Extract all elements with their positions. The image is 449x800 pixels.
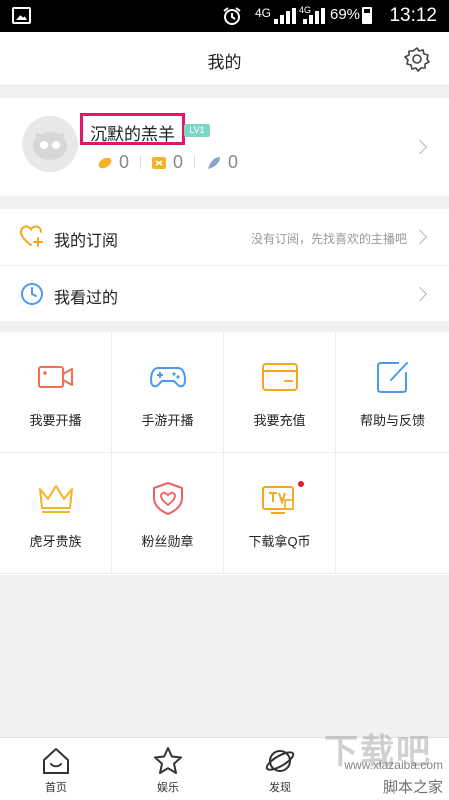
crown-icon bbox=[39, 485, 73, 513]
chevron-right-icon bbox=[412, 139, 428, 155]
battery-icon bbox=[362, 7, 372, 24]
list-item-subscriptions[interactable]: 我的订阅 没有订阅，先找喜欢的主播吧 bbox=[0, 209, 449, 265]
settings-gear-icon[interactable] bbox=[404, 46, 430, 72]
clock-icon bbox=[21, 283, 43, 305]
tab-home[interactable]: 首页 bbox=[0, 738, 112, 800]
username: 沉默的羔羊 bbox=[80, 113, 185, 145]
alarm-icon bbox=[223, 7, 241, 25]
grid-label: 下载拿Q币 bbox=[248, 534, 311, 549]
grid-item-nobility[interactable]: 虎牙贵族 bbox=[0, 453, 112, 574]
tab-label: 发现 bbox=[269, 782, 291, 794]
grid-item-start-broadcast[interactable]: 我要开播 bbox=[0, 332, 112, 453]
feature-grid: 我要开播 手游开播 我要充值 帮助与反馈 虎牙贵族 粉丝勋章 下载拿Q币 bbox=[0, 332, 449, 575]
tab-discover[interactable]: 发现 bbox=[224, 738, 336, 800]
grid-label: 我要开播 bbox=[29, 413, 82, 428]
bottom-tab-bar: 首页 娱乐 发现 bbox=[0, 737, 449, 800]
grid-item-download-q-coins[interactable]: 下载拿Q币 bbox=[224, 453, 336, 574]
feather-icon bbox=[208, 157, 220, 169]
planet-icon bbox=[265, 750, 295, 772]
seed-icon bbox=[98, 157, 112, 169]
clock-time: 13:12 bbox=[389, 5, 437, 26]
home-icon bbox=[43, 748, 69, 774]
edit-icon bbox=[377, 362, 408, 393]
avatar[interactable] bbox=[22, 116, 78, 172]
grid-item-mobile-game-broadcast[interactable]: 手游开播 bbox=[112, 332, 224, 453]
video-camera-icon bbox=[38, 366, 73, 388]
grid-item-fan-badge[interactable]: 粉丝勋章 bbox=[112, 453, 224, 574]
grid-item-recharge[interactable]: 我要充值 bbox=[224, 332, 336, 453]
tab-label: 娱乐 bbox=[157, 782, 179, 794]
subscriptions-hint: 没有订阅，先找喜欢的主播吧 bbox=[250, 232, 407, 246]
heart-plus-icon bbox=[20, 225, 43, 247]
page-header: 我的 bbox=[0, 32, 449, 86]
grid-label: 粉丝勋章 bbox=[141, 534, 194, 549]
grid-label: 帮助与反馈 bbox=[359, 413, 425, 428]
tv-icon bbox=[262, 481, 304, 514]
tab-entertainment[interactable]: 娱乐 bbox=[112, 738, 224, 800]
chevron-right-icon bbox=[412, 286, 428, 302]
battery-percent: 69% bbox=[330, 6, 361, 23]
tab-label: 首页 bbox=[45, 782, 67, 794]
menu-list: 我的订阅 没有订阅，先找喜欢的主播吧 我看过的 bbox=[0, 209, 449, 321]
network-type-1: 4G bbox=[255, 6, 272, 20]
star-icon bbox=[154, 747, 182, 774]
profile-card[interactable]: 沉默的羔羊 LV1 0 0 0 bbox=[0, 98, 449, 196]
signal-1-icon bbox=[274, 8, 296, 24]
page-title: 我的 bbox=[207, 53, 242, 72]
history-label: 我看过的 bbox=[54, 290, 119, 307]
seed-count: 0 bbox=[119, 152, 130, 172]
grid-label: 虎牙贵族 bbox=[29, 534, 82, 549]
level-badge: LV1 bbox=[184, 124, 210, 137]
stat-divider bbox=[194, 155, 195, 169]
wallet-icon bbox=[262, 363, 298, 391]
grid-label: 我要充值 bbox=[253, 413, 306, 428]
chevron-right-icon bbox=[412, 229, 428, 245]
feather-count: 0 bbox=[228, 152, 239, 172]
gallery-notification-icon bbox=[12, 7, 31, 24]
grid-item-help-feedback[interactable]: 帮助与反馈 bbox=[336, 332, 449, 453]
grid-label: 手游开播 bbox=[141, 413, 194, 428]
status-bar: 4G 4G 2G 69% 13:12 bbox=[0, 0, 449, 32]
heart-shield-icon bbox=[153, 482, 183, 515]
list-item-history[interactable]: 我看过的 bbox=[0, 265, 449, 321]
gamepad-icon bbox=[150, 367, 186, 388]
default-avatar-icon bbox=[33, 132, 67, 160]
stat-divider bbox=[140, 155, 141, 169]
grid-item-empty bbox=[336, 453, 449, 574]
subscriptions-label: 我的订阅 bbox=[54, 233, 119, 250]
ticket-count: 0 bbox=[173, 152, 184, 172]
ticket-icon bbox=[152, 157, 166, 169]
